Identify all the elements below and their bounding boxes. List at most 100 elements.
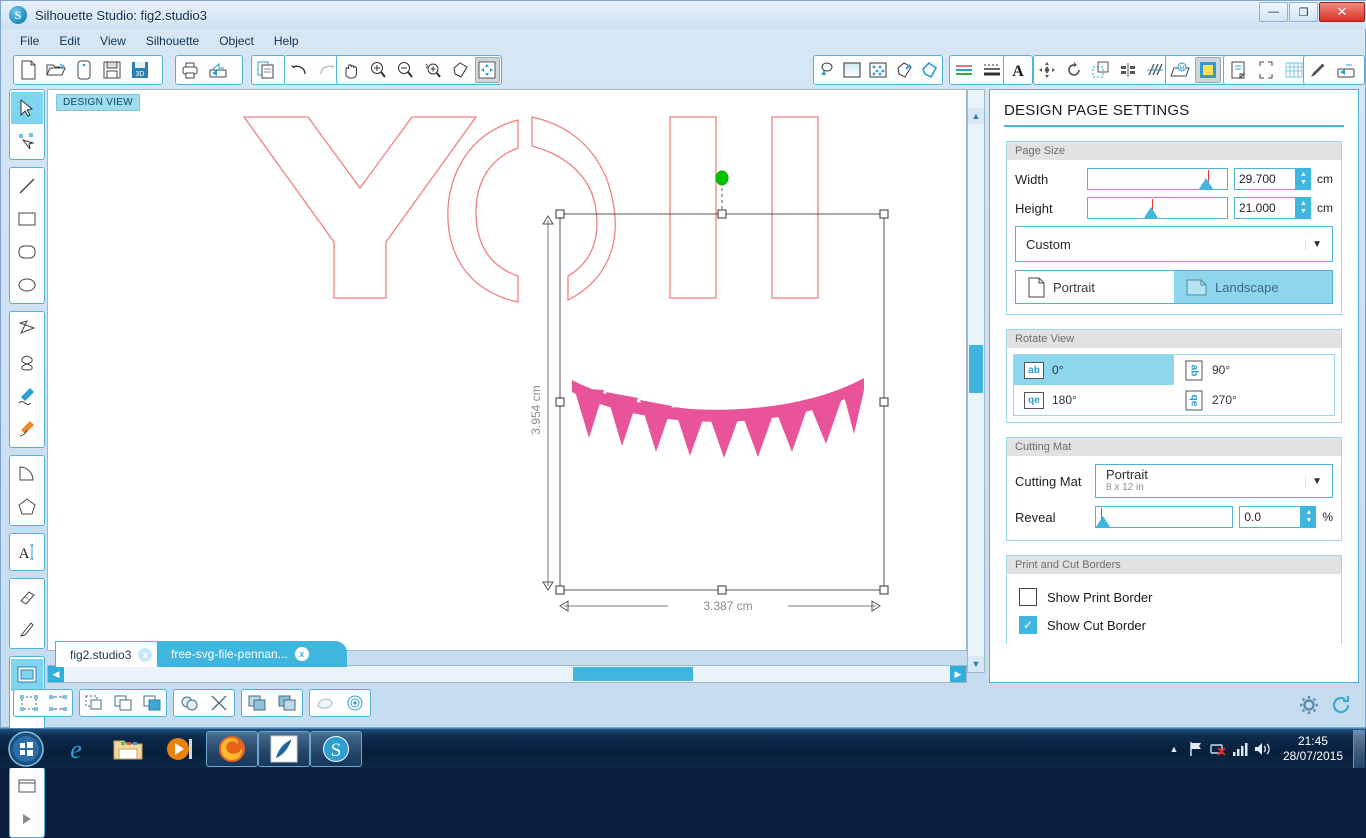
menu-item-object[interactable]: Object xyxy=(210,31,263,51)
maximize-button[interactable]: ❐ xyxy=(1289,2,1318,22)
height-stepper[interactable]: ▲ ▼ xyxy=(1296,197,1311,219)
save-icon[interactable] xyxy=(99,57,125,83)
tab-close-icon[interactable]: x xyxy=(138,647,153,662)
gradient-fill-icon[interactable] xyxy=(841,57,865,83)
page-preset-dropdown[interactable]: Custom ▼ xyxy=(1015,226,1333,262)
align-icon[interactable] xyxy=(1115,57,1140,83)
tab-free-svg-file-pennant[interactable]: free-svg-file-pennan... x xyxy=(157,641,347,667)
sync-refresh-icon[interactable] xyxy=(1331,695,1351,718)
zoom-out-icon[interactable] xyxy=(393,57,418,83)
tab-close-icon[interactable]: x xyxy=(294,647,309,661)
menu-item-edit[interactable]: Edit xyxy=(50,31,89,51)
new-document-icon[interactable] xyxy=(15,57,41,83)
open-recent-icon[interactable] xyxy=(71,57,97,83)
width-input[interactable]: 29.700 xyxy=(1234,168,1296,190)
menu-item-silhouette[interactable]: Silhouette xyxy=(137,31,208,51)
rotate-icon[interactable] xyxy=(1062,57,1087,83)
pan-hand-icon[interactable] xyxy=(338,57,363,83)
tab-fig2-studio3[interactable]: fig2.studio3 x xyxy=(55,641,165,667)
pen-holder-icon[interactable] xyxy=(1305,57,1331,83)
select-arrow-icon[interactable] xyxy=(11,92,43,124)
height-input[interactable]: 21.000 xyxy=(1234,197,1296,219)
vertical-scrollbar[interactable]: ▲ ▼ xyxy=(967,89,985,673)
horizontal-scrollbar[interactable]: ◀ ▶ xyxy=(47,665,967,683)
save-to-library-icon[interactable]: 3D xyxy=(127,57,153,83)
line-style-icon[interactable] xyxy=(917,57,941,83)
horizontal-scroll-thumb[interactable] xyxy=(573,667,693,681)
action-center-flag-icon[interactable] xyxy=(1185,738,1207,760)
network-icon[interactable] xyxy=(1207,738,1229,760)
show-cut-border-checkbox[interactable]: ✓ xyxy=(1019,616,1037,634)
zoom-in-icon[interactable] xyxy=(365,57,390,83)
minimize-button[interactable]: — xyxy=(1259,2,1288,22)
arc-tool-icon[interactable] xyxy=(11,458,43,490)
sketch-pens-icon[interactable] xyxy=(951,57,977,83)
close-button[interactable]: ✕ xyxy=(1319,2,1365,22)
draw-freehand-icon[interactable] xyxy=(11,380,43,412)
curve-tool-icon[interactable] xyxy=(11,347,43,379)
panel-toggle-icon[interactable] xyxy=(11,770,43,802)
rotate-90-button[interactable]: ab 90° xyxy=(1174,355,1334,385)
taskbar-clock[interactable]: 21:45 28/07/2015 xyxy=(1273,734,1353,764)
rounded-rectangle-tool-icon[interactable] xyxy=(11,236,43,268)
internal-offset-icon[interactable] xyxy=(342,691,368,715)
rotate-180-button[interactable]: qe 180° xyxy=(1014,385,1174,415)
expand-arrow-icon[interactable] xyxy=(11,803,43,835)
detach-lines-icon[interactable] xyxy=(206,691,232,715)
show-hidden-icons-icon[interactable]: ▲ xyxy=(1163,738,1185,760)
scroll-right-arrow-icon[interactable]: ▶ xyxy=(950,666,966,682)
bring-to-front-icon[interactable] xyxy=(111,691,136,715)
pattern-fill-icon[interactable] xyxy=(866,57,890,83)
design-page-settings-icon[interactable] xyxy=(1225,57,1251,83)
width-slider[interactable] xyxy=(1087,168,1228,190)
start-orb-icon[interactable] xyxy=(2,730,50,768)
firefox-icon[interactable] xyxy=(206,730,258,767)
settings-gear-icon[interactable] xyxy=(1299,695,1319,718)
edit-points-icon[interactable] xyxy=(11,125,43,157)
polygon-tool-icon[interactable] xyxy=(11,314,43,346)
width-stepper[interactable]: ▲ ▼ xyxy=(1296,168,1311,190)
internet-explorer-icon[interactable]: e xyxy=(50,731,102,767)
send-to-back-icon[interactable] xyxy=(139,691,164,715)
scroll-left-arrow-icon[interactable]: ◀ xyxy=(48,666,64,682)
orientation-portrait-button[interactable]: Portrait xyxy=(1016,271,1174,303)
send-to-silhouette-icon[interactable] xyxy=(205,57,231,83)
print-icon[interactable] xyxy=(177,57,203,83)
send-icon[interactable] xyxy=(1333,57,1359,83)
reveal-slider[interactable] xyxy=(1095,506,1234,528)
signal-icon[interactable] xyxy=(1229,738,1251,760)
rectangle-tool-icon[interactable] xyxy=(11,203,43,235)
replicate-icon[interactable] xyxy=(274,691,300,715)
media-player-icon[interactable] xyxy=(154,731,206,767)
mat-settings-icon[interactable]: M xyxy=(1167,57,1193,83)
menu-item-view[interactable]: View xyxy=(91,31,135,51)
weld-icon[interactable] xyxy=(176,691,202,715)
scale-icon[interactable] xyxy=(1089,57,1114,83)
design-canvas[interactable]: DESIGN VIEW 3.954 cm 3.387 cm xyxy=(47,89,967,651)
menu-item-file[interactable]: File xyxy=(11,31,48,51)
undo-icon[interactable] xyxy=(286,57,312,83)
fit-to-window-icon[interactable] xyxy=(474,57,501,83)
feather-editor-icon[interactable] xyxy=(258,730,310,767)
vertical-scroll-thumb[interactable] xyxy=(969,345,983,393)
chevron-down-icon[interactable]: ▼ xyxy=(1305,475,1328,487)
duplicate-icon[interactable] xyxy=(244,691,270,715)
scroll-down-arrow-icon[interactable]: ▼ xyxy=(968,656,984,672)
show-print-border-checkbox[interactable] xyxy=(1019,588,1037,606)
volume-icon[interactable] xyxy=(1251,738,1273,760)
reveal-input[interactable]: 0.0 xyxy=(1239,506,1302,528)
cut-settings-icon[interactable] xyxy=(1195,57,1221,83)
eraser-tool-icon[interactable] xyxy=(11,581,43,613)
rotate-270-button[interactable]: qe 270° xyxy=(1174,385,1334,415)
cutting-mat-dropdown[interactable]: Portrait 8 x 12 in ▼ xyxy=(1095,464,1333,498)
draw-smooth-icon[interactable] xyxy=(11,413,43,445)
orientation-landscape-button[interactable]: Landscape xyxy=(1174,271,1332,303)
regular-polygon-tool-icon[interactable] xyxy=(11,491,43,523)
silhouette-studio-icon[interactable]: S xyxy=(310,730,362,767)
make-compound-path-icon[interactable] xyxy=(82,691,107,715)
knife-tool-icon[interactable] xyxy=(11,614,43,646)
transform-icon[interactable] xyxy=(1035,57,1060,83)
group-icon[interactable] xyxy=(16,691,41,715)
show-print-border-row[interactable]: Show Print Border xyxy=(1019,588,1333,606)
zoom-region-icon[interactable] xyxy=(447,57,472,83)
